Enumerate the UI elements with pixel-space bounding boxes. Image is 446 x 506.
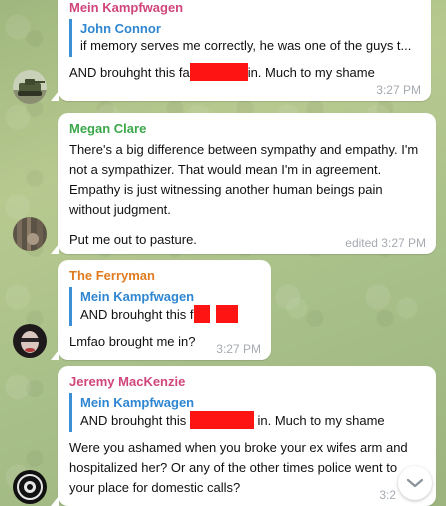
- message-time: 3:2: [379, 488, 396, 502]
- avatar[interactable]: [13, 217, 47, 251]
- chevron-down-icon: [406, 478, 424, 488]
- reply-text: AND brouhght this f: [80, 305, 260, 324]
- avatar[interactable]: [13, 324, 47, 358]
- reply-text: AND brouhght this in. Much to my shame: [80, 411, 425, 430]
- message-time: edited 3:27 PM: [345, 236, 426, 250]
- message-text: There's a big difference between sympath…: [69, 142, 419, 217]
- reply-text-part: in. Much to my shame: [257, 413, 385, 428]
- message-time: 3:27 PM: [216, 342, 261, 356]
- sender-name[interactable]: Mein Kampfwagen: [69, 0, 420, 15]
- reply-quote[interactable]: Mein Kampfwagen AND brouhght this f: [69, 287, 260, 326]
- forest-photo-avatar: [13, 217, 47, 251]
- redaction-box: [194, 305, 211, 323]
- message-bubble[interactable]: Jeremy MacKenzie Mein Kampfwagen AND bro…: [51, 366, 436, 506]
- message-bubble[interactable]: Megan Clare There's a big difference bet…: [51, 113, 436, 254]
- reply-sender-name: Mein Kampfwagen: [80, 289, 195, 304]
- reply-text-part: AND brouhght this: [80, 413, 187, 428]
- reply-text-part: AND brouhght this f: [80, 307, 194, 322]
- avatar[interactable]: [13, 70, 47, 104]
- message-text: AND brouhght this fa in. Much to my shame: [69, 63, 420, 83]
- message-bubble[interactable]: The Ferryman Mein Kampfwagen AND brouhgh…: [51, 260, 271, 360]
- portrait-photo-avatar: [13, 324, 47, 358]
- message-text-part: AND brouhght this fa: [69, 65, 190, 80]
- sender-name[interactable]: The Ferryman: [69, 268, 260, 283]
- message-bubble[interactable]: Mein Kampfwagen John Connor if memory se…: [51, 0, 431, 101]
- sender-name[interactable]: Jeremy MacKenzie: [69, 374, 425, 389]
- reply-text: if memory serves me correctly, he was on…: [80, 38, 412, 53]
- redaction-box: [189, 63, 248, 81]
- redaction-box: [216, 305, 239, 323]
- tank-photo-avatar: [13, 70, 47, 104]
- sender-name[interactable]: Megan Clare: [69, 121, 425, 136]
- redaction-box: [189, 411, 254, 429]
- reply-quote[interactable]: Mein Kampfwagen AND brouhght this in. Mu…: [69, 393, 425, 432]
- reply-quote[interactable]: John Connor if memory serves me correctl…: [69, 19, 420, 57]
- avatar[interactable]: [13, 470, 47, 504]
- emblem-avatar: [13, 470, 47, 504]
- scroll-to-bottom-button[interactable]: [398, 466, 432, 500]
- message-text-part: in. Much to my shame: [247, 65, 375, 80]
- reply-sender-name: Mein Kampfwagen: [80, 395, 195, 410]
- message-text: Were you ashamed when you broke your ex …: [69, 440, 408, 495]
- message-time: 3:27 PM: [376, 83, 421, 97]
- reply-sender-name: John Connor: [80, 21, 161, 36]
